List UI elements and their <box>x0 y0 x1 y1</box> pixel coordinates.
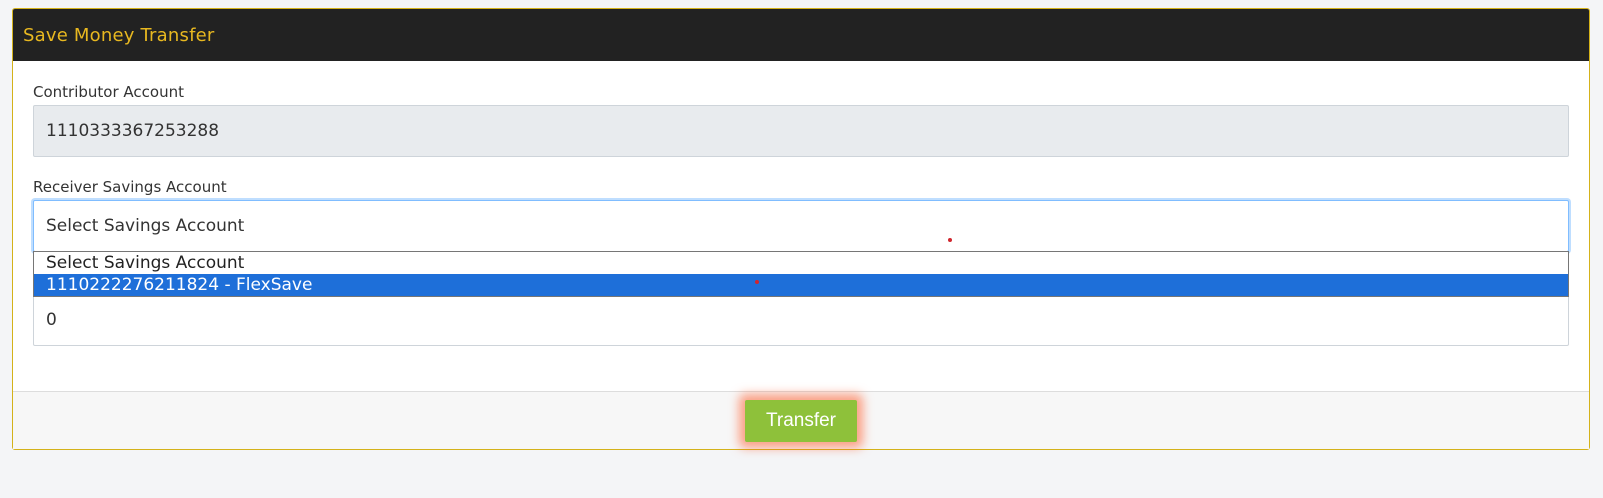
dropdown-option-placeholder[interactable]: Select Savings Account <box>34 252 1568 274</box>
marker-dot <box>755 280 759 284</box>
receiver-account-dropdown[interactable]: Select Savings Account 1110222276211824 … <box>33 251 1569 297</box>
receiver-savings-account-select[interactable]: Select Savings Account <box>33 200 1569 252</box>
receiver-savings-account-label: Receiver Savings Account <box>33 178 227 196</box>
page-title: Save Money Transfer <box>23 24 215 46</box>
dropdown-option-flexsave[interactable]: 1110222276211824 - FlexSave <box>34 274 1568 296</box>
save-money-transfer-card: Save Money Transfer Contributor Account … <box>12 8 1590 450</box>
transfer-button[interactable]: Transfer <box>745 399 857 442</box>
card-footer: Transfer <box>13 391 1589 449</box>
contributor-account-label: Contributor Account <box>33 83 184 101</box>
marker-dot <box>948 238 952 242</box>
card-header: Save Money Transfer <box>13 9 1589 61</box>
amount-input[interactable]: 0 <box>33 294 1569 346</box>
contributor-account-field: 1110333367253288 <box>33 105 1569 157</box>
